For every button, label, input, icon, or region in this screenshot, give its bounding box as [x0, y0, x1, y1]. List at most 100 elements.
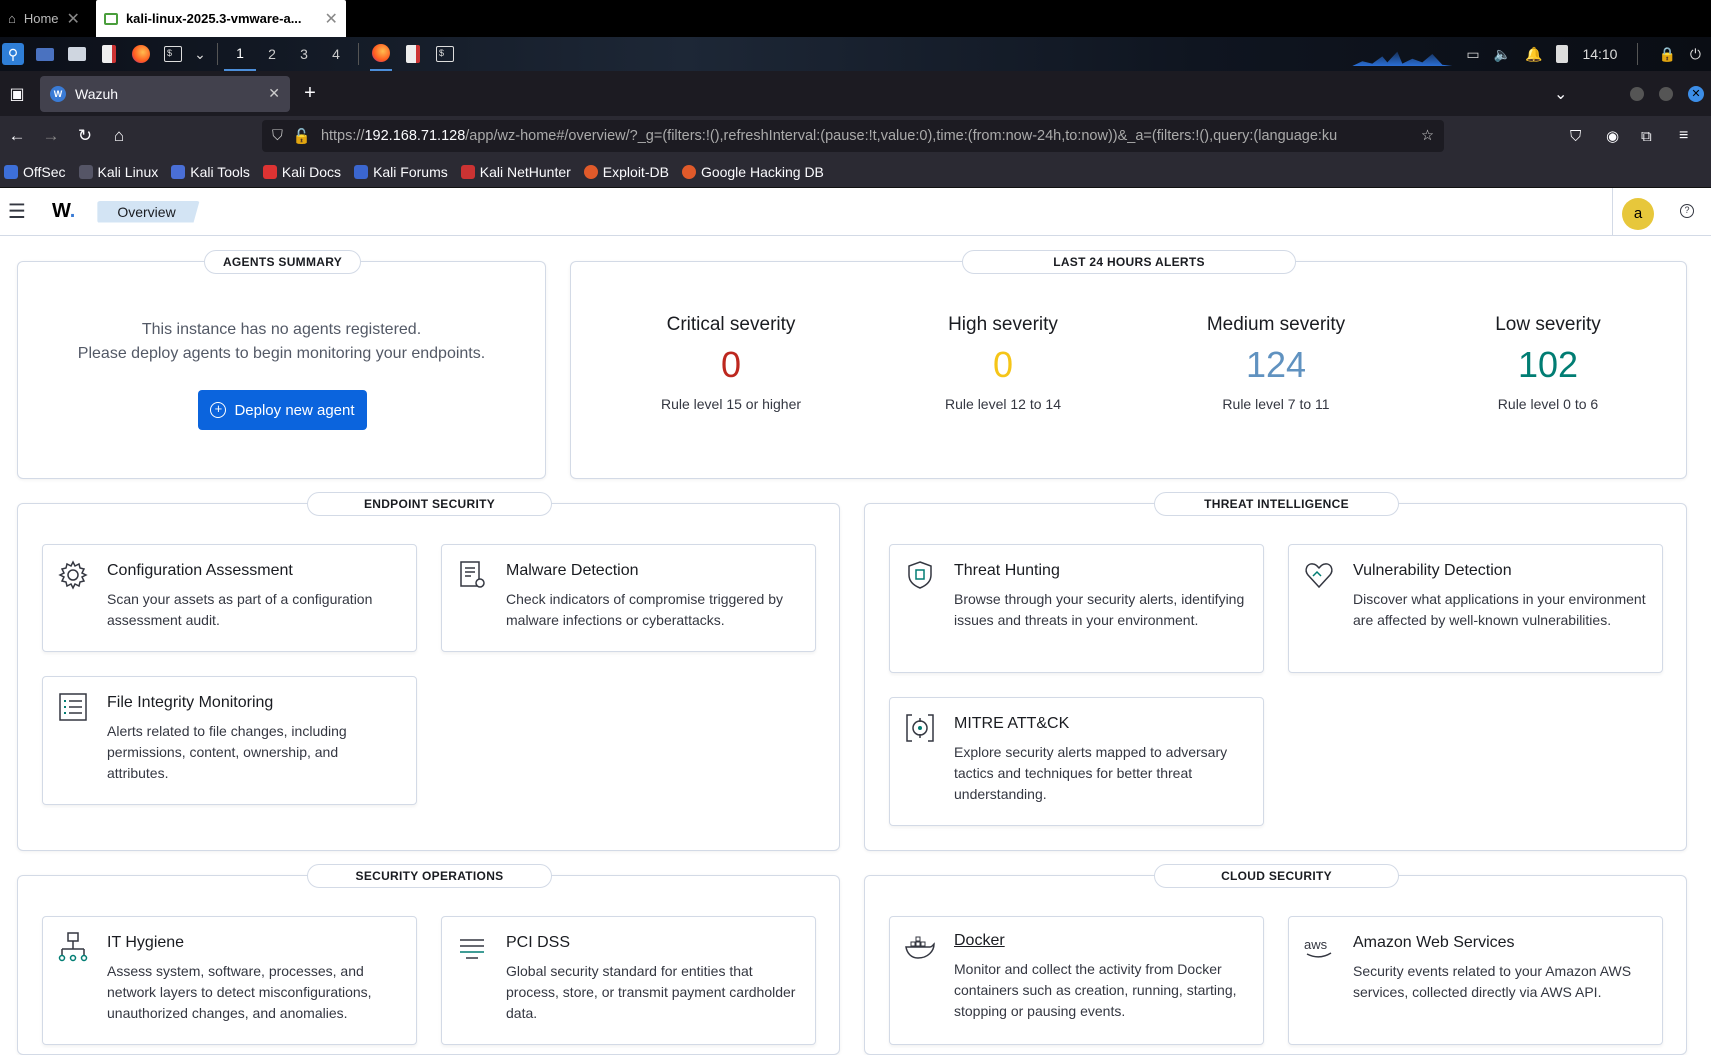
- wazuh-logo[interactable]: W.: [52, 200, 75, 223]
- layers-icon: [460, 939, 484, 959]
- bookmark-kali-nethunter[interactable]: Kali NetHunter: [460, 164, 571, 180]
- severity-rule: Rule level 15 or higher: [660, 396, 802, 412]
- terminal-window-icon[interactable]: $: [434, 43, 456, 65]
- card-vulnerability-detection[interactable]: Vulnerability Detection Discover what ap…: [1288, 544, 1663, 673]
- kali-menu-icon[interactable]: ⚲: [2, 43, 24, 65]
- card-threat-hunting[interactable]: Threat Hunting Browse through your secur…: [889, 544, 1264, 673]
- card-title: PCI DSS: [506, 934, 571, 951]
- display-icon[interactable]: ▭: [1466, 46, 1479, 63]
- url-bar[interactable]: ⛉ 🔓 https://192.168.71.128/app/wz-home#/…: [262, 120, 1444, 152]
- vm-tab-home[interactable]: ⌂ Home ✕: [0, 0, 88, 37]
- critical-severity-stat[interactable]: Critical severity 0 Rule level 15 or hig…: [621, 314, 841, 412]
- high-severity-stat[interactable]: High severity 0 Rule level 12 to 14: [893, 314, 1113, 412]
- card-description: Security events related to your Amazon A…: [1353, 963, 1632, 1000]
- pocket-icon[interactable]: ⛉: [1570, 128, 1581, 145]
- shield-icon[interactable]: ⛉: [272, 128, 283, 144]
- card-description: Alerts related to file changes, includin…: [107, 723, 347, 781]
- hamburger-menu-icon[interactable]: ☰: [0, 199, 34, 224]
- bookmark-offsec[interactable]: OffSec: [4, 164, 66, 180]
- show-desktop-icon[interactable]: [34, 43, 56, 65]
- severity-count[interactable]: 102: [1438, 344, 1658, 385]
- maximize-icon[interactable]: [1659, 86, 1673, 101]
- card-description: Discover what applications in your envir…: [1353, 591, 1646, 628]
- vm-icon: [103, 12, 118, 25]
- lock-icon[interactable]: 🔒: [1658, 46, 1675, 63]
- workspace-3[interactable]: 3: [288, 46, 320, 62]
- severity-count[interactable]: 124: [1166, 344, 1386, 385]
- tab-overview-icon[interactable]: ▣: [2, 84, 32, 104]
- close-icon[interactable]: ✕: [67, 9, 80, 29]
- agents-summary-panel: AGENTS SUMMARY This instance has no agen…: [17, 250, 546, 479]
- forward-icon[interactable]: →: [34, 126, 68, 146]
- card-description: Browse through your security alerts, ide…: [954, 591, 1245, 628]
- wazuh-header: ☰ W. Overview a ?: [0, 188, 1711, 236]
- severity-count[interactable]: 0: [893, 344, 1113, 385]
- docker-whale-icon: [905, 936, 935, 959]
- volume-icon[interactable]: 🔈: [1494, 46, 1511, 63]
- text-editor-icon[interactable]: [98, 43, 120, 65]
- home-icon[interactable]: ⌂: [102, 126, 136, 146]
- bookmark-star-icon[interactable]: ☆: [1421, 128, 1434, 144]
- bookmark-kali-docs[interactable]: Kali Docs: [262, 164, 341, 180]
- close-icon[interactable]: ✕: [325, 9, 338, 29]
- bookmark-kali-tools[interactable]: Kali Tools: [171, 164, 250, 180]
- avatar[interactable]: a: [1622, 198, 1654, 230]
- account-icon[interactable]: ◉: [1606, 127, 1619, 145]
- card-amazon-web-services[interactable]: aws Amazon Web Services Security events …: [1288, 916, 1663, 1045]
- browser-tab-wazuh[interactable]: W Wazuh ✕: [40, 75, 290, 112]
- file-manager-icon[interactable]: [66, 43, 88, 65]
- help-icon[interactable]: ?: [1680, 204, 1694, 218]
- card-file-integrity-monitoring[interactable]: File Integrity Monitoring Alerts related…: [42, 676, 417, 805]
- firefox-window-icon[interactable]: [370, 37, 392, 71]
- notification-bell-icon[interactable]: 🔔: [1525, 46, 1542, 63]
- bookmark-kali-forums[interactable]: Kali Forums: [354, 164, 448, 180]
- back-icon[interactable]: ←: [0, 126, 34, 146]
- kali-docs-icon: [262, 164, 277, 179]
- workspace-1[interactable]: 1: [224, 37, 256, 71]
- medium-severity-stat[interactable]: Medium severity 124 Rule level 7 to 11: [1166, 314, 1386, 412]
- new-tab-icon[interactable]: +: [290, 82, 330, 105]
- reload-icon[interactable]: ↻: [68, 126, 102, 146]
- editor-window-icon[interactable]: [402, 43, 424, 65]
- card-docker[interactable]: Docker Monitor and collect the activity …: [889, 916, 1264, 1045]
- menu-icon[interactable]: ≡: [1679, 127, 1688, 145]
- close-icon[interactable]: ✕: [268, 85, 280, 102]
- severity-count[interactable]: 0: [621, 344, 841, 385]
- terminal-icon[interactable]: $: [162, 43, 184, 65]
- bookmark-exploit-db[interactable]: Exploit-DB: [583, 164, 669, 180]
- no-agents-line1: This instance has no agents registered.: [141, 321, 422, 338]
- firefox-icon[interactable]: [130, 43, 152, 65]
- battery-icon[interactable]: [1556, 45, 1569, 63]
- close-window-icon[interactable]: ✕: [1688, 85, 1704, 102]
- kali-tools-icon: [171, 164, 186, 179]
- bookmark-google-hacking-db[interactable]: Google Hacking DB: [681, 164, 824, 180]
- card-mitre-attack[interactable]: MITRE ATT&CK Explore security alerts map…: [889, 697, 1264, 826]
- low-severity-stat[interactable]: Low severity 102 Rule level 0 to 6: [1438, 314, 1658, 412]
- endpoint-security-panel: ENDPOINT SECURITY Configuration Assessme…: [17, 492, 840, 851]
- workspace-4[interactable]: 4: [320, 46, 352, 62]
- extensions-icon[interactable]: ⧉: [1641, 128, 1652, 145]
- minimize-icon[interactable]: [1630, 86, 1644, 101]
- bookmark-kali-linux[interactable]: Kali Linux: [78, 164, 158, 180]
- deploy-new-agent-button[interactable]: + Deploy new agent: [198, 390, 367, 430]
- power-icon[interactable]: ⏻: [1690, 46, 1701, 63]
- tab-list-chevron-icon[interactable]: ⌄: [1554, 84, 1567, 104]
- card-title: Vulnerability Detection: [1353, 562, 1512, 579]
- panel-separator: [217, 43, 218, 65]
- browser-nav-bar: ← → ↻ ⌂ ⛉ 🔓 https://192.168.71.128/app/w…: [0, 116, 1711, 156]
- panel-separator: [1637, 43, 1639, 65]
- card-pci-dss[interactable]: PCI DSS Global security standard for ent…: [441, 916, 816, 1045]
- card-malware-detection[interactable]: Malware Detection Check indicators of co…: [441, 544, 816, 652]
- card-it-hygiene[interactable]: IT Hygiene Assess system, software, proc…: [42, 916, 417, 1045]
- clock[interactable]: 14:10: [1582, 46, 1617, 62]
- card-title[interactable]: Docker: [954, 932, 1005, 950]
- offsec-icon: [4, 164, 18, 179]
- chevron-down-icon[interactable]: ⌄: [194, 43, 206, 65]
- card-title: File Integrity Monitoring: [107, 694, 274, 711]
- card-configuration-assessment[interactable]: Configuration Assessment Scan your asset…: [42, 544, 417, 652]
- breadcrumb-overview[interactable]: Overview: [97, 200, 200, 223]
- lock-warning-icon[interactable]: 🔓: [293, 128, 311, 145]
- workspace-2[interactable]: 2: [256, 46, 288, 62]
- vm-tab-kali[interactable]: kali-linux-2025.3-vmware-a... ✕: [95, 0, 346, 37]
- card-description: Scan your assets as part of a configurat…: [107, 591, 373, 628]
